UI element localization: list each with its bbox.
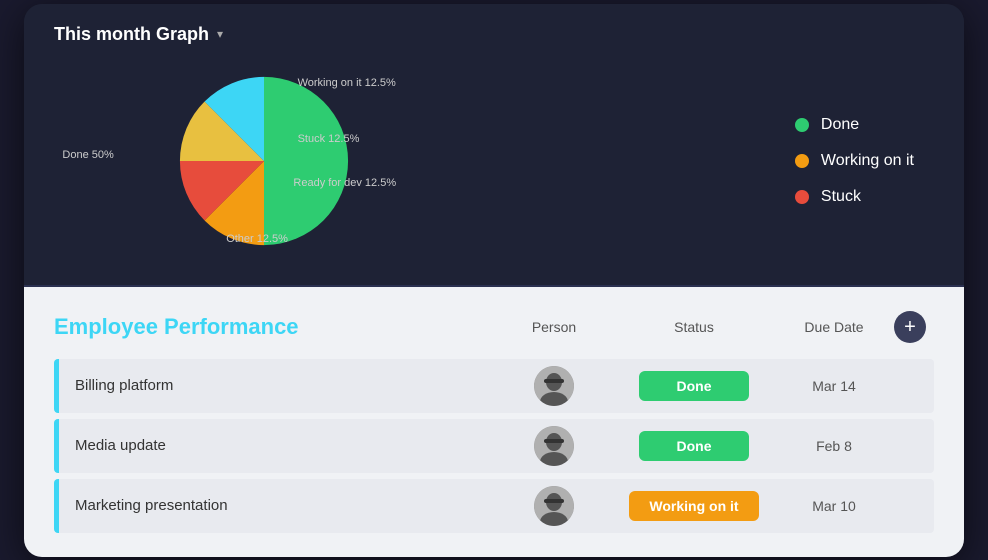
legend-label-working: Working on it [821, 152, 914, 170]
row-duedate: Feb 8 [774, 438, 894, 454]
device-frame: This month Graph ▾ [24, 4, 964, 557]
legend-dot-working [795, 154, 809, 168]
legend-item-working: Working on it [795, 152, 914, 170]
status-badge-done: Done [639, 431, 749, 461]
table-row: Media update Done Feb 8 [54, 419, 934, 473]
legend-label-done: Done [821, 116, 859, 134]
col-header-person: Person [494, 319, 614, 335]
avatar [534, 426, 574, 466]
table-section: Employee Performance Person Status Due D… [24, 287, 964, 557]
row-name: Marketing presentation [59, 497, 494, 514]
row-duedate: Mar 10 [774, 498, 894, 514]
add-button[interactable]: + [894, 311, 926, 343]
legend-dot-stuck [795, 190, 809, 204]
col-header-duedate: Due Date [774, 319, 894, 335]
pie-label-done: Done 50% [62, 149, 113, 161]
add-column-header: + [894, 311, 934, 343]
avatar [534, 486, 574, 526]
legend-dot-done [795, 118, 809, 132]
row-person [494, 486, 614, 526]
chart-header: This month Graph ▾ [54, 24, 934, 45]
legend-item-done: Done [795, 116, 914, 134]
table-header: Employee Performance Person Status Due D… [54, 311, 934, 343]
chart-dropdown-icon[interactable]: ▾ [217, 27, 223, 41]
avatar [534, 366, 574, 406]
pie-label-working: Working on it 12.5% [298, 77, 396, 89]
table-rows: Billing platform Done Mar 14 [54, 359, 934, 533]
legend-label-stuck: Stuck [821, 188, 861, 206]
pie-label-stuck: Stuck 12.5% [298, 133, 360, 145]
row-duedate: Mar 14 [774, 378, 894, 394]
col-header-status: Status [614, 319, 774, 335]
status-badge-working: Working on it [629, 491, 758, 521]
table-row: Marketing presentation Working on it M [54, 479, 934, 533]
row-status: Done [614, 431, 774, 461]
legend-item-stuck: Stuck [795, 188, 914, 206]
chart-title: This month Graph [54, 24, 209, 45]
row-status: Done [614, 371, 774, 401]
row-name: Billing platform [59, 377, 494, 394]
row-status: Working on it [614, 491, 774, 521]
row-person [494, 426, 614, 466]
row-name: Media update [59, 437, 494, 454]
pie-container: Working on it 12.5% Done 50% Stuck 12.5%… [54, 61, 474, 261]
pie-label-other: Other 12.5% [226, 233, 288, 245]
table-row: Billing platform Done Mar 14 [54, 359, 934, 413]
chart-legend: Done Working on it Stuck [795, 116, 934, 206]
pie-labels: Working on it 12.5% Done 50% Stuck 12.5%… [54, 61, 474, 261]
table-title: Employee Performance [54, 314, 299, 340]
pie-label-ready: Ready for dev 12.5% [293, 177, 396, 189]
status-badge-done: Done [639, 371, 749, 401]
chart-content: Working on it 12.5% Done 50% Stuck 12.5%… [54, 61, 934, 261]
row-person [494, 366, 614, 406]
chart-title-bold: Graph [156, 24, 209, 44]
chart-section: This month Graph ▾ [24, 4, 964, 287]
chart-title-regular: This month [54, 24, 151, 44]
